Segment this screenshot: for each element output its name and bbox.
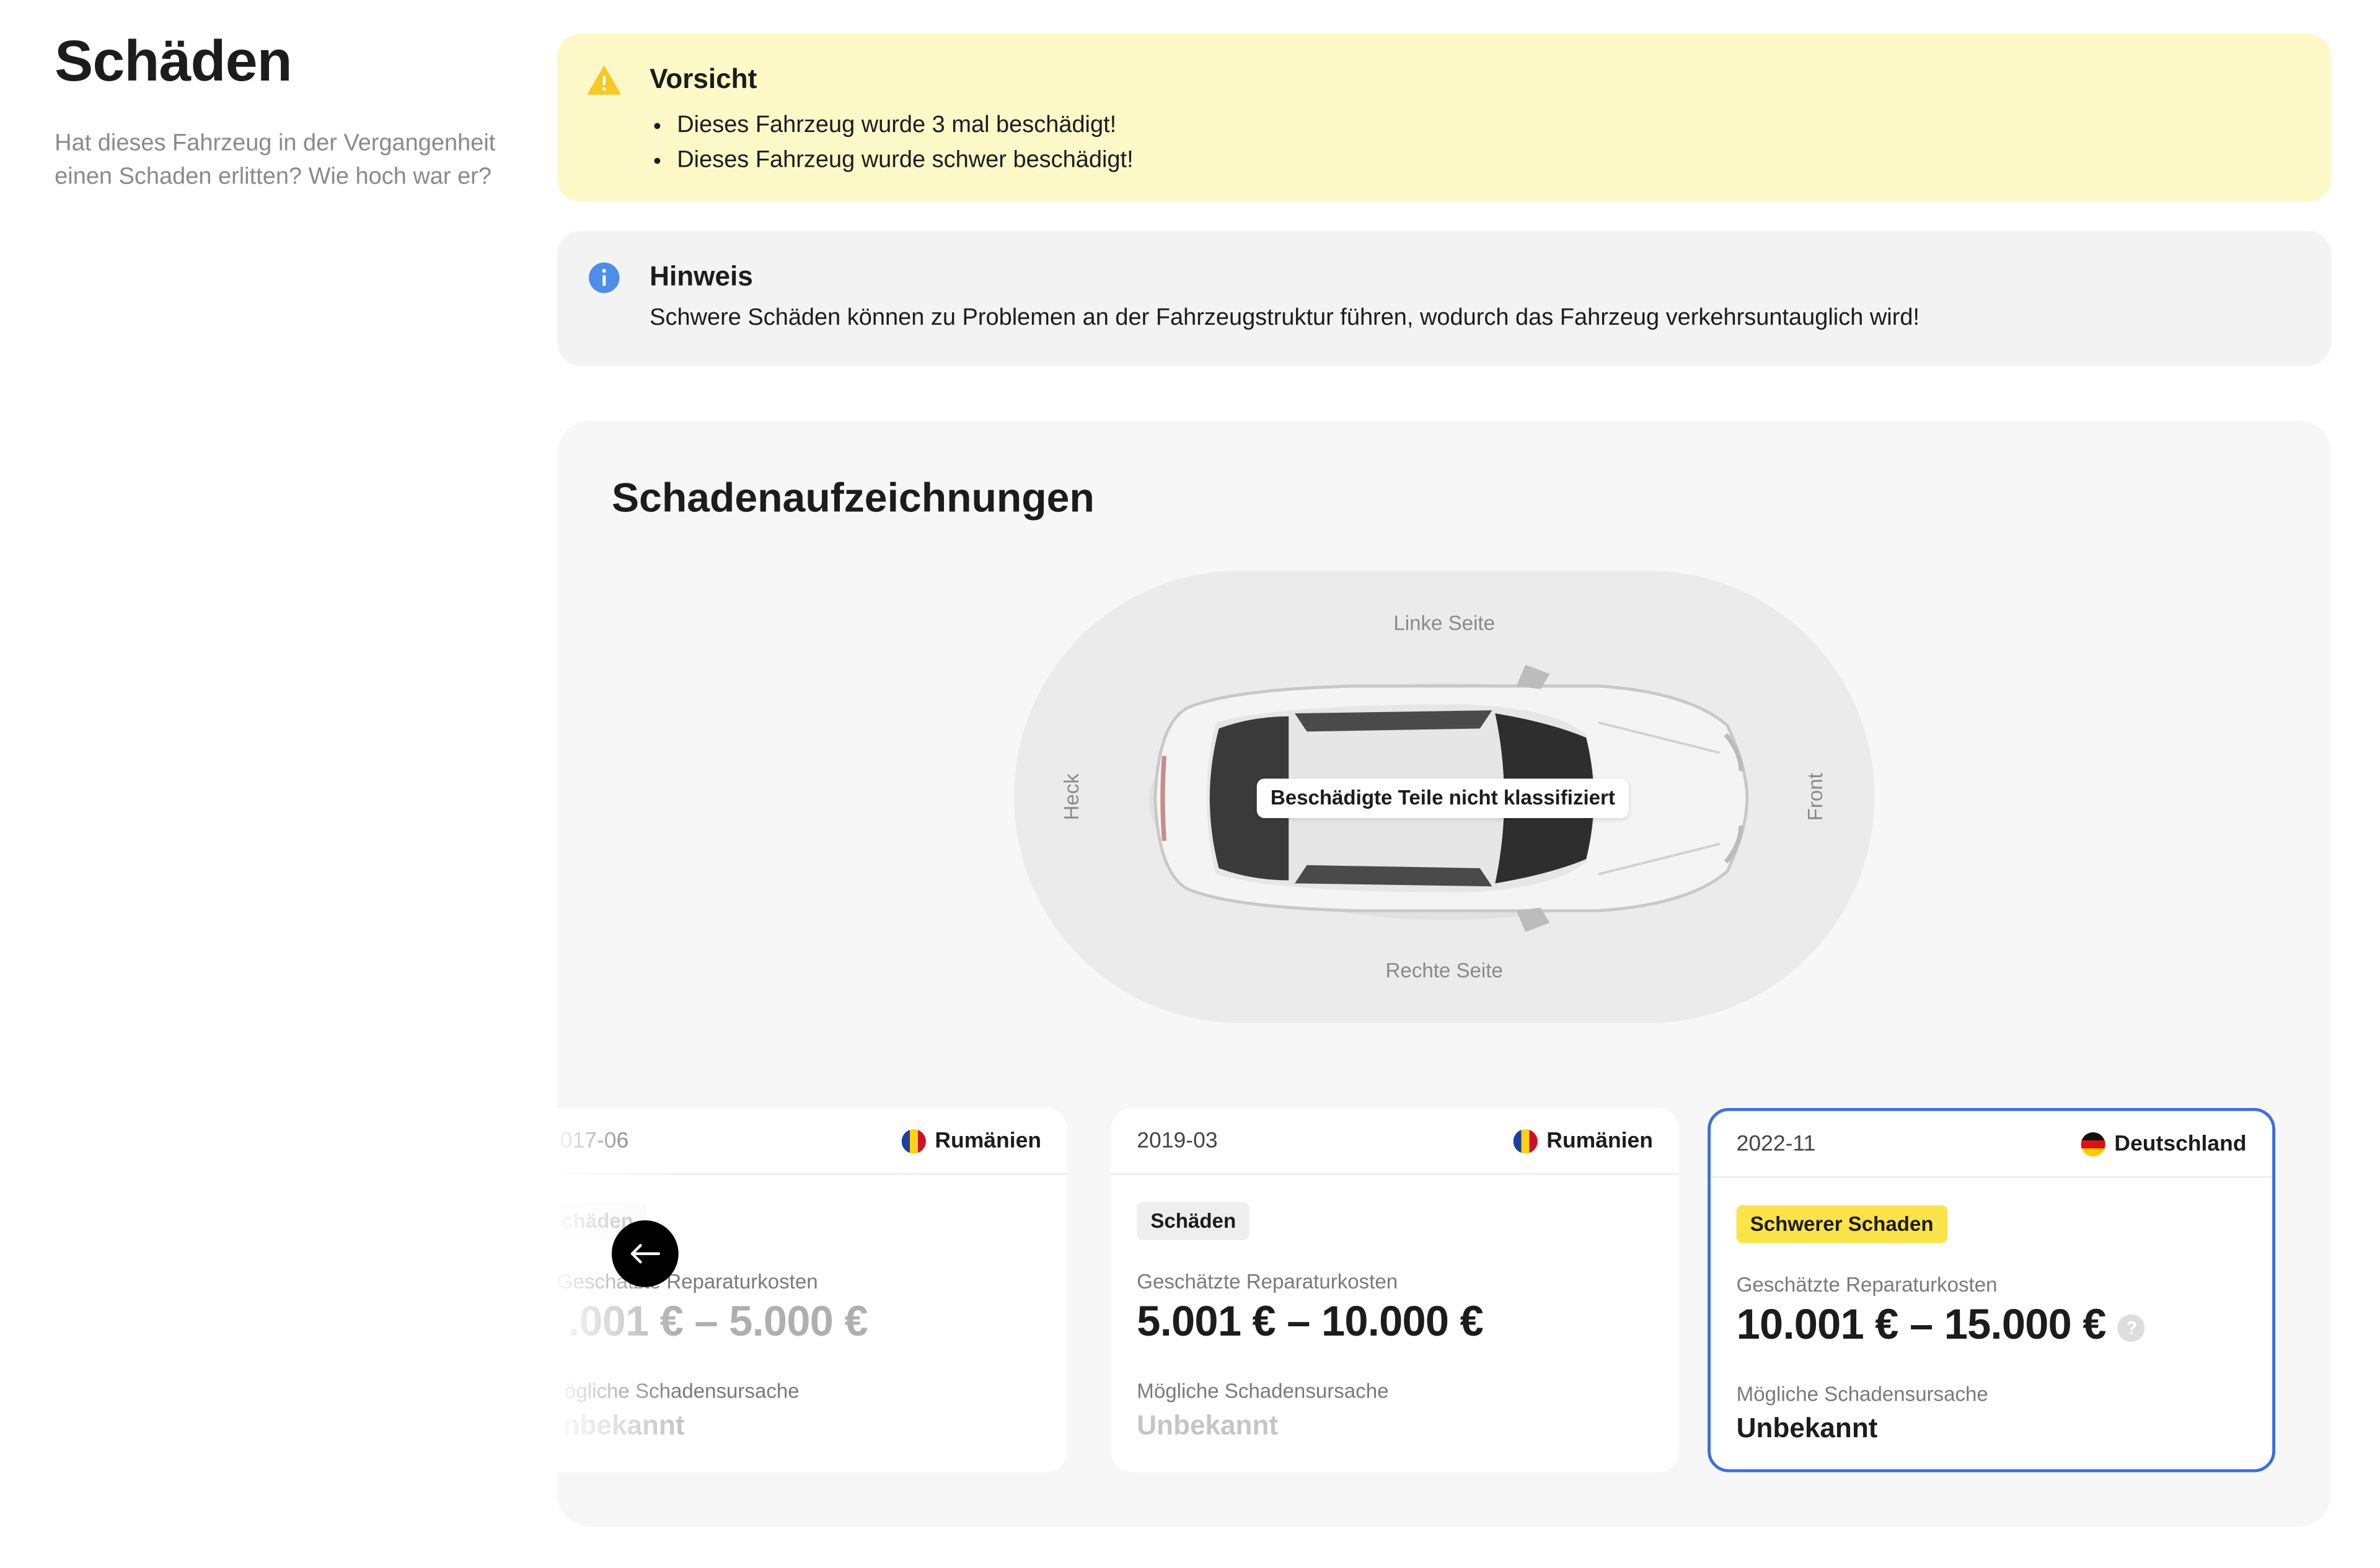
card-date: 2022-11 [1736, 1132, 1816, 1157]
card-country-name: Deutschland [2114, 1132, 2247, 1157]
warning-item: Dieses Fahrzeug wurde 3 mal beschädigt! [677, 108, 1133, 143]
left-side-label: Linke Seite [1393, 611, 1495, 635]
cause-label: ögliche Schadensursache [565, 1380, 800, 1403]
carousel-prev-button[interactable] [611, 1220, 679, 1287]
arrow-left-icon [630, 1244, 661, 1264]
damage-tag: Schäden [1137, 1202, 1250, 1240]
card-header: 017-06 Rumänien [557, 1108, 1067, 1175]
card-date: 017-06 [560, 1129, 629, 1154]
info-text: Schwere Schäden können zu Problemen an d… [650, 305, 1920, 331]
cost-value: 10.001 € – 15.000 €? [1737, 1301, 2146, 1349]
card-country-name: Rumänien [1546, 1129, 1653, 1154]
severe-damage-tag: Schwerer Schaden [1736, 1205, 1947, 1243]
damage-card[interactable]: 017-06 Rumänien chäden Geschätzte Repara… [557, 1108, 1067, 1473]
damage-records-panel: Schadenaufzeichnungen Linke Seite Rechte… [557, 420, 2332, 1527]
romania-flag-icon [1513, 1129, 1538, 1154]
card-country: Deutschland [2081, 1132, 2247, 1157]
warning-item: Dieses Fahrzeug wurde schwer beschädigt! [677, 143, 1133, 177]
car-damage-diagram: Linke Seite Rechte Seite Heck Front Besc… [1013, 570, 1875, 1023]
romania-flag-icon [901, 1129, 926, 1154]
page-title: Schäden [55, 30, 293, 94]
records-title: Schadenaufzeichnungen [611, 475, 1095, 521]
cause-label: Mögliche Schadensursache [1137, 1380, 1389, 1403]
info-circle-icon [589, 262, 620, 293]
warning-list: Dieses Fahrzeug wurde 3 mal beschädigt! … [650, 108, 1133, 178]
germany-flag-icon [2081, 1132, 2105, 1157]
cause-value: Unbekannt [1137, 1410, 1279, 1441]
cause-value: Unbekannt [1736, 1413, 1878, 1443]
card-header: 2019-03 Rumänien [1111, 1108, 1679, 1175]
cost-value: .001 € – 5.000 € [567, 1297, 868, 1345]
card-country-name: Rumänien [935, 1129, 1042, 1154]
damaged-parts-badge: Beschädigte Teile nicht klassifiziert [1256, 778, 1629, 819]
damage-cards-carousel: 017-06 Rumänien chäden Geschätzte Repara… [557, 1108, 2332, 1473]
cost-label: Geschätzte Reparaturkosten [1137, 1270, 1398, 1293]
cost-value-text: 10.001 € – 15.000 € [1736, 1300, 2107, 1348]
cause-value: nbekannt [563, 1410, 685, 1441]
damage-card-selected[interactable]: 2022-11 Deutschland Schwerer Schaden Ges… [1708, 1108, 2276, 1473]
info-title: Hinweis [650, 261, 753, 292]
page-subtitle: Hat dieses Fahrzeug in der Vergangenheit… [55, 130, 496, 190]
cause-label: Mögliche Schadensursache [1736, 1383, 1988, 1406]
help-icon[interactable]: ? [2118, 1313, 2146, 1341]
damage-card[interactable]: 2019-03 Rumänien Schäden Geschätzte Repa… [1111, 1108, 1679, 1473]
card-header: 2022-11 Deutschland [1711, 1111, 2273, 1178]
rear-label: Heck [1060, 773, 1083, 821]
card-country: Rumänien [1513, 1129, 1653, 1154]
right-side-label: Rechte Seite [1385, 959, 1503, 982]
info-alert: Hinweis Schwere Schäden können zu Proble… [557, 231, 2332, 366]
cost-value: 5.001 € – 10.000 € [1137, 1297, 1484, 1345]
warning-triangle-icon [588, 66, 621, 95]
card-country: Rumänien [901, 1129, 1042, 1154]
warning-alert: Vorsicht Dieses Fahrzeug wurde 3 mal bes… [557, 33, 2332, 202]
front-label: Front [1804, 773, 1827, 821]
card-date: 2019-03 [1137, 1129, 1218, 1154]
cost-label: Geschätzte Reparaturkosten [1736, 1273, 1998, 1297]
cost-label: Geschätzte Reparaturkosten [557, 1270, 818, 1293]
warning-title: Vorsicht [650, 63, 757, 94]
